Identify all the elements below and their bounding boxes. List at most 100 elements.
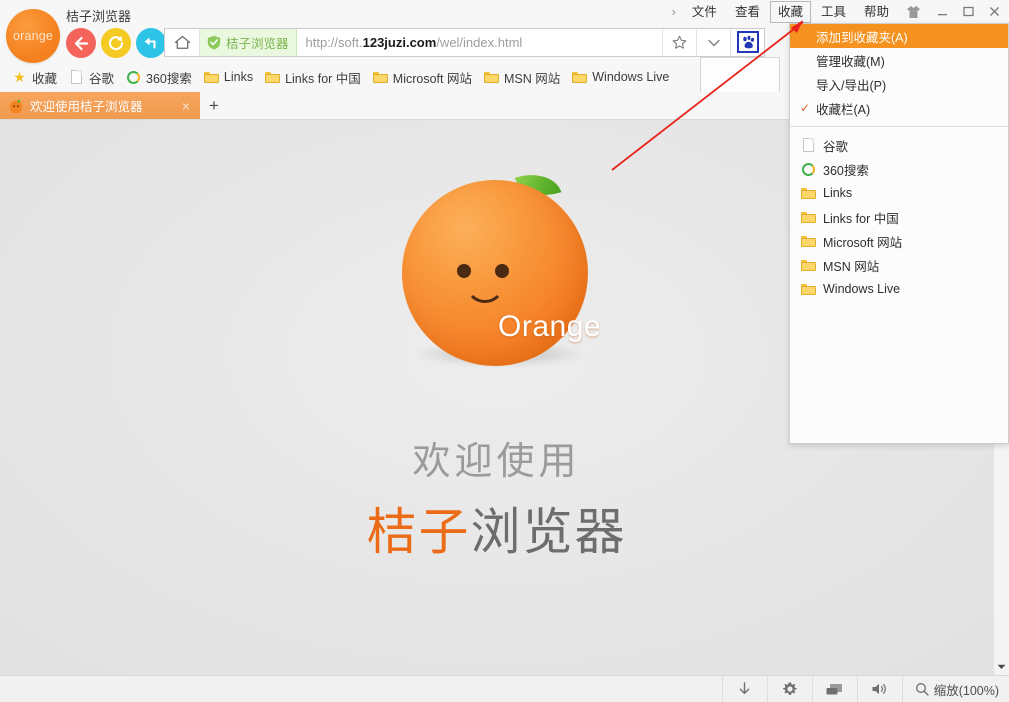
status-message-area [0, 676, 722, 702]
menu-tools[interactable]: 工具 [813, 1, 854, 23]
ring-icon [126, 70, 141, 85]
undo-close-tab-button[interactable] [136, 28, 166, 58]
favorite-msn[interactable]: MSN 网站 [790, 253, 1008, 277]
baidu-paw-icon[interactable] [737, 31, 759, 53]
search-icon [915, 682, 929, 696]
favorite-google[interactable]: 谷歌 [790, 133, 1008, 157]
orange-favicon-icon [8, 98, 24, 114]
bookmark-google[interactable]: 谷歌 [65, 66, 122, 89]
folder-icon [204, 70, 219, 85]
browser-window: › 文件 查看 收藏 工具 帮助 [0, 0, 1009, 702]
bookmark-links[interactable]: Links [200, 68, 261, 87]
favorite-links-for-china[interactable]: Links for 中国 [790, 205, 1008, 229]
url-prefix: http://soft. [306, 35, 363, 50]
menu-item-add-to-favorites[interactable]: 添加到收藏夹(A) [790, 24, 1008, 48]
menu-help[interactable]: 帮助 [856, 1, 897, 23]
favorite-label: Links [823, 186, 852, 200]
star-icon: ★ [12, 70, 27, 85]
bookmark-links-for-china[interactable]: Links for 中国 [261, 66, 369, 89]
security-badge-label: 桔子浏览器 [226, 33, 289, 52]
bookmark-360-search[interactable]: 360搜索 [122, 66, 200, 89]
menu-view[interactable]: 查看 [727, 1, 768, 23]
bookmark-windows-live[interactable]: Windows Live [568, 68, 677, 87]
close-button[interactable] [981, 1, 1007, 23]
document-icon [800, 137, 816, 153]
folder-icon [800, 257, 816, 273]
tab-welcome[interactable]: 欢迎使用桔子浏览器 × [0, 92, 200, 119]
bookmark-label: 360搜索 [146, 68, 192, 87]
status-bar: 缩放(100%) [0, 675, 1009, 702]
maximize-button[interactable] [955, 1, 981, 23]
scroll-down-arrow-icon[interactable] [994, 659, 1009, 675]
folder-icon [800, 281, 816, 297]
zoom-control[interactable]: 缩放(100%) [902, 676, 1009, 702]
folder-icon [484, 70, 499, 85]
folder-icon [800, 209, 816, 225]
volume-icon[interactable] [857, 676, 902, 702]
menu-favorites[interactable]: 收藏 [770, 1, 811, 23]
gear-icon[interactable] [767, 676, 812, 702]
home-icon[interactable] [165, 29, 200, 56]
folder-icon [800, 185, 816, 201]
security-badge[interactable]: 桔子浏览器 [200, 29, 297, 56]
download-icon[interactable] [722, 676, 767, 702]
bookmark-star-icon[interactable] [662, 29, 696, 56]
back-button[interactable] [66, 28, 96, 58]
zoom-label: 缩放(100%) [934, 680, 999, 699]
refresh-button[interactable] [101, 28, 131, 58]
bookmark-label: Links for 中国 [285, 68, 361, 87]
tab-close-button[interactable]: × [178, 98, 194, 114]
ring-icon [800, 161, 816, 177]
menu-item-label: 导入/导出(P) [816, 75, 886, 94]
bookmark-msn[interactable]: MSN 网站 [480, 66, 568, 89]
favorite-360-search[interactable]: 360搜索 [790, 157, 1008, 181]
minimize-button[interactable] [929, 1, 955, 23]
folder-icon [373, 70, 388, 85]
tab-title: 欢迎使用桔子浏览器 [30, 96, 178, 115]
chevron-down-icon[interactable] [696, 29, 730, 56]
url-text[interactable]: http://soft.123juzi.com/wel/index.html [297, 29, 662, 56]
mascot-eye-left [457, 264, 471, 278]
menu-item-favorites-bar[interactable]: ✓ 收藏栏(A) [790, 96, 1008, 120]
brand-orange-part: 桔子 [367, 504, 471, 560]
orange-mascot: Orange [398, 163, 598, 378]
bookmark-microsoft[interactable]: Microsoft 网站 [369, 66, 480, 89]
favorite-label: Windows Live [823, 282, 900, 296]
url-domain: 123juzi.com [363, 35, 437, 50]
document-icon [69, 70, 84, 85]
favorites-list: 谷歌 360搜索 Links Links for 中国 Microsoft 网站 [790, 133, 1008, 301]
bookmark-label: Windows Live [592, 70, 669, 84]
check-icon: ✓ [800, 101, 816, 115]
favorite-label: Microsoft 网站 [823, 232, 902, 251]
favorite-microsoft[interactable]: Microsoft 网站 [790, 229, 1008, 253]
menu-item-label: 添加到收藏夹(A) [816, 27, 908, 46]
welcome-brand: 桔子浏览器 [0, 492, 993, 564]
window-icon[interactable] [812, 676, 857, 702]
bookmark-label: Links [224, 70, 253, 84]
favorite-label: Links for 中国 [823, 208, 899, 227]
menu-item-import-export[interactable]: 导入/导出(P) [790, 72, 1008, 96]
menu-overflow-chevron-icon[interactable]: › [665, 0, 683, 23]
mascot-wordmark: Orange [498, 310, 601, 344]
url-suffix: /wel/index.html [436, 35, 522, 50]
bookmark-label: 收藏 [32, 68, 57, 87]
menu-item-manage-favorites[interactable]: 管理收藏(M) [790, 48, 1008, 72]
app-logo: orange [6, 9, 60, 63]
menu-item-label: 收藏栏(A) [816, 99, 870, 118]
favorite-links[interactable]: Links [790, 181, 1008, 205]
favorite-windows-live[interactable]: Windows Live [790, 277, 1008, 301]
folder-icon [265, 70, 280, 85]
new-tab-button[interactable]: + [203, 95, 225, 116]
window-title: 桔子浏览器 [66, 6, 131, 25]
address-bar[interactable]: 桔子浏览器 http://soft.123juzi.com/wel/index.… [164, 28, 765, 57]
folder-icon [800, 233, 816, 249]
mascot-body: Orange [402, 180, 588, 366]
menu-file[interactable]: 文件 [684, 1, 725, 23]
bookmark-label: Microsoft 网站 [393, 68, 472, 87]
mascot-mouth [465, 279, 505, 303]
shirt-icon[interactable] [898, 5, 929, 19]
bookmark-label: 谷歌 [89, 68, 114, 87]
bookmark-favorites[interactable]: ★ 收藏 [8, 66, 65, 89]
menu-bar: › 文件 查看 收藏 工具 帮助 [665, 0, 1009, 23]
app-logo-text: orange [13, 29, 53, 43]
